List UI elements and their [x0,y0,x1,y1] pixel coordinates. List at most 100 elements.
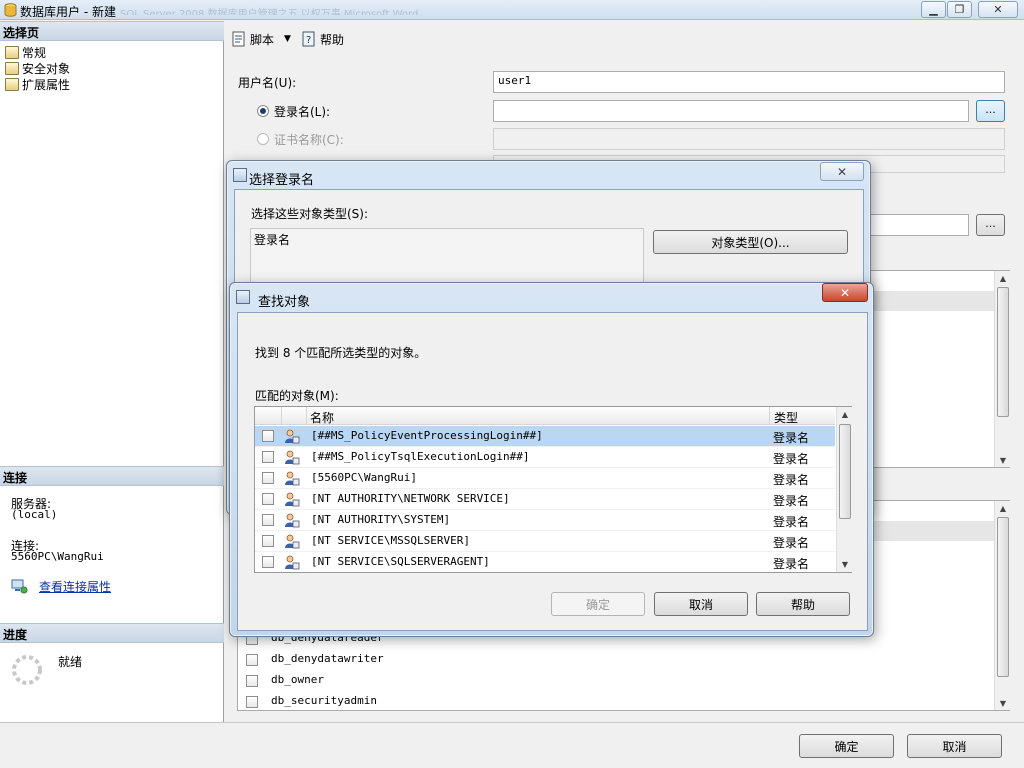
login-browse-button[interactable]: ... [976,100,1005,122]
close-icon: ✕ [839,285,851,300]
username-input[interactable]: user1 [493,71,1005,93]
role-checkbox[interactable] [246,654,258,666]
window-close-button[interactable]: ✕ [978,1,1018,18]
matched-objects-table[interactable]: 名称 类型 [##MS_PolicyEventProcessingLogin##… [254,406,852,573]
row-checkbox[interactable] [262,535,274,547]
table-row[interactable]: [##MS_PolicyEventProcessingLogin##] 登录名 [255,426,835,447]
script-button[interactable]: 脚本 [232,28,274,50]
wrench-page-icon [5,61,19,75]
role-name: db_owner [271,673,324,686]
found-count-text: 找到 8 个匹配所选类型的对象。 [255,346,427,360]
row-type: 登录名 [773,452,810,466]
page-item-label: 扩展属性 [22,77,71,92]
certificate-name-radio[interactable] [257,133,269,145]
row-type: 登录名 [773,494,810,508]
row-checkbox[interactable] [262,514,274,526]
scroll-thumb[interactable] [997,517,1009,677]
help-label: 帮助 [320,32,345,47]
main-ok-button[interactable]: 确定 [799,734,894,758]
help-button[interactable]: ? 帮助 [302,28,344,50]
select-login-close-button[interactable]: ✕ [820,162,864,181]
row-checkbox[interactable] [262,472,274,484]
select-page-header: 选择页 [0,21,224,41]
row-name: [NT AUTHORITY\NETWORK SERVICE] [311,492,510,505]
user-dialog-icon [236,290,250,304]
minimize-icon: ▁ [929,3,938,16]
default-schema-input[interactable] [868,214,969,236]
column-header-type[interactable]: 类型 [774,409,798,426]
maximize-button[interactable]: ❐ [947,1,972,18]
scroll-up-icon[interactable]: ▲ [996,501,1010,515]
row-name: [NT AUTHORITY\SYSTEM] [311,513,451,526]
table-row[interactable]: [NT SERVICE\MSSQLSERVER] 登录名 [255,531,835,552]
server-value: (local) [11,508,58,521]
role-name: db_denydatawriter [271,652,384,665]
login-name-input[interactable] [493,100,969,122]
scroll-down-icon[interactable]: ▼ [996,696,1010,710]
find-ok-button[interactable]: 确定 [551,592,645,616]
find-objects-dialog: 查找对象 ✕ 找到 8 个匹配所选类型的对象。 匹配的对象(M): 名称 类型 … [229,282,874,637]
row-checkbox[interactable] [262,430,274,442]
table-header: 名称 类型 [255,407,835,425]
footer: 确定 取消 [0,722,1024,768]
script-label: 脚本 [250,32,275,47]
page-item-label: 常规 [22,45,47,60]
scroll-thumb[interactable] [997,287,1009,417]
row-checkbox[interactable] [262,556,274,568]
certificate-name-label: 证书名称(C): [274,133,344,147]
scroll-up-icon[interactable]: ▲ [838,407,852,421]
table-row[interactable]: [5560PC\WangRui] 登录名 [255,468,835,489]
main-cancel-button[interactable]: 取消 [907,734,1002,758]
login-name-radio[interactable] [257,105,269,117]
background-window-caption: SQL Server 2008 数据库用户管理之五 以权万事 Microsoft… [120,9,419,15]
restore-icon: ❐ [954,3,965,16]
database-icon [4,3,17,17]
column-header-name[interactable]: 名称 [310,409,334,426]
dropdown-arrow-icon: ▼ [284,34,291,44]
find-objects-dialog-title: 查找对象 [258,295,311,310]
scroll-thumb[interactable] [839,424,851,519]
find-objects-dialog-body: 找到 8 个匹配所选类型的对象。 匹配的对象(M): 名称 类型 [##MS_P… [237,312,868,631]
help-icon: ? [302,31,315,47]
role-checkbox[interactable] [246,696,258,708]
table-row[interactable]: [NT AUTHORITY\NETWORK SERVICE] 登录名 [255,489,835,510]
login-user-icon [285,450,300,465]
list-item[interactable] [869,291,994,311]
view-connection-properties-link[interactable]: 查看连接属性 [39,578,111,595]
schema-browse-button[interactable]: ... [976,214,1005,236]
script-dropdown-button[interactable]: ▼ [284,28,291,50]
page-item-general[interactable]: 常规 [5,44,46,60]
table-row[interactable]: [NT AUTHORITY\SYSTEM] 登录名 [255,510,835,531]
find-help-button[interactable]: 帮助 [756,592,850,616]
scroll-up-icon[interactable]: ▲ [996,271,1010,285]
table-body: [##MS_PolicyEventProcessingLogin##] 登录名 [#… [255,426,835,572]
row-type: 登录名 [773,473,810,487]
login-user-icon [285,513,300,528]
minimize-button[interactable]: ▁ [921,1,946,18]
role-checkbox[interactable] [246,675,258,687]
username-label: 用户名(U): [238,76,297,90]
find-objects-close-button[interactable]: ✕ [822,283,868,302]
matched-objects-label: 匹配的对象(M): [255,389,339,403]
user-dialog-icon [233,168,247,182]
table-row[interactable]: [##MS_PolicyTsqlExecutionLogin##] 登录名 [255,447,835,468]
results-scrollbar[interactable]: ▲ ▼ [836,407,852,572]
object-types-field: 登录名 [250,228,644,288]
row-type: 登录名 [773,557,810,571]
progress-spinner-icon [12,655,42,685]
table-row[interactable]: [NT SERVICE\SQLSERVERAGENT] 登录名 [255,552,835,572]
row-checkbox[interactable] [262,451,274,463]
roles-scrollbar[interactable]: ▲ ▼ [994,501,1010,710]
toolbar: 脚本 ▼ ? 帮助 [225,21,1024,57]
close-icon: ✕ [993,3,1003,16]
object-types-button[interactable]: 对象类型(O)... [653,230,848,254]
find-cancel-button[interactable]: 取消 [654,592,748,616]
progress-status: 就绪 [58,655,83,669]
schemas-scrollbar[interactable]: ▲ ▼ [994,271,1010,467]
scroll-down-icon[interactable]: ▼ [996,453,1010,467]
scroll-down-icon[interactable]: ▼ [838,557,852,571]
owned-schemas-list[interactable]: ▲ ▼ [868,270,1010,468]
row-checkbox[interactable] [262,493,274,505]
page-item-securables[interactable]: 安全对象 [5,60,70,76]
page-item-extended-properties[interactable]: 扩展属性 [5,76,70,92]
